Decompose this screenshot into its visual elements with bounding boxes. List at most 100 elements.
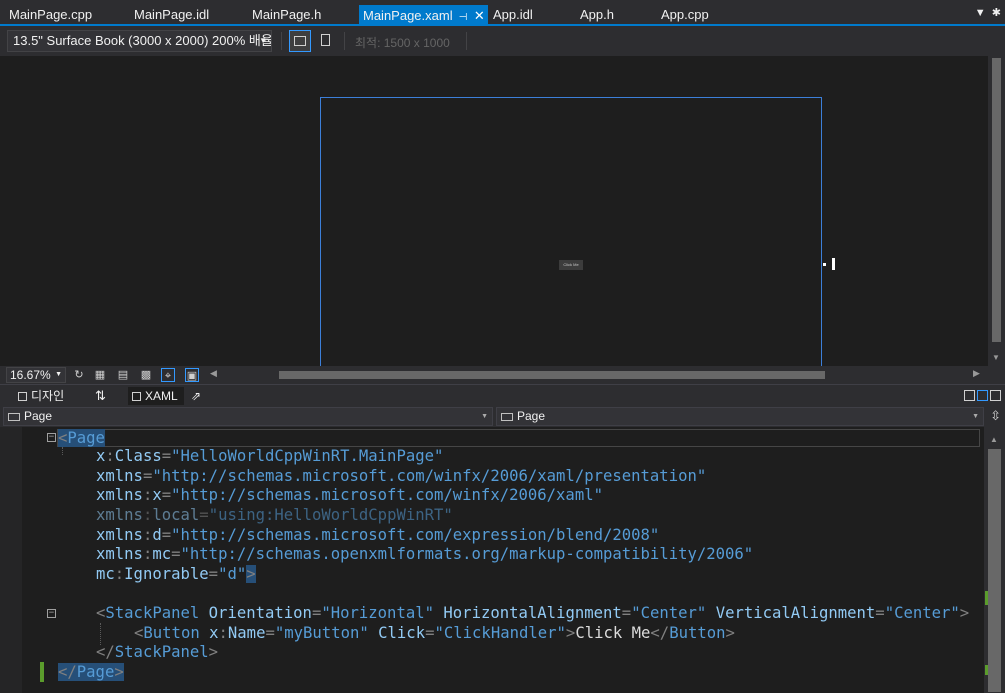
resize-handle[interactable] — [823, 263, 826, 266]
chevron-down-icon: ▼ — [55, 371, 62, 378]
device-select[interactable]: 13.5" Surface Book (3000 x 2000) 200% 배율… — [7, 30, 272, 52]
scrollbar-thumb[interactable] — [992, 58, 1001, 342]
refresh-icon[interactable]: ↻ — [72, 368, 86, 382]
scrollbar-thumb[interactable] — [279, 371, 825, 379]
zoom-bar: 16.67% ▼ ↻ ▦ ▤ ▩ ⌖ ▣ ◀ ▶ — [0, 366, 1005, 384]
current-line-highlight — [57, 429, 980, 447]
tab-strip-actions: ▼ ✱ — [975, 6, 1001, 19]
zoom-select[interactable]: 16.67% ▼ — [6, 367, 66, 383]
xaml-code-editor[interactable]: − − <Page x:Class="HelloWorldCppWinRT.Ma… — [0, 427, 1005, 693]
tab-label: App.idl — [493, 7, 533, 22]
vertical-split-icon[interactable] — [964, 390, 975, 401]
tab-xaml-label: XAML — [145, 389, 178, 403]
tab-label: MainPage.h — [252, 7, 322, 22]
split-editor-icon[interactable]: ⇳ — [990, 408, 1001, 424]
code-line-1: <Page — [58, 429, 105, 447]
code-line-7: xmlns:mc="http://schemas.openxmlformats.… — [96, 545, 754, 563]
tab-design[interactable]: 디자인 — [18, 387, 64, 405]
tab-label: MainPage.xaml — [363, 8, 453, 23]
tab-dropdown-icon[interactable]: ▼ — [975, 7, 986, 19]
horizontal-split-icon[interactable] — [977, 390, 988, 401]
designer-toolbar: 13.5" Surface Book (3000 x 2000) 200% 배율… — [0, 26, 1005, 56]
design-icon — [18, 392, 27, 402]
portrait-button[interactable] — [315, 30, 337, 52]
element-nav-left[interactable]: Page ▼ — [3, 407, 493, 426]
tab-app-cpp[interactable]: App.cpp — [661, 4, 709, 25]
code-line-13: </Page> — [58, 663, 124, 681]
element-icon — [501, 412, 513, 421]
gear-icon[interactable]: ✱ — [992, 7, 1001, 19]
navigation-bar: Page ▼ Page ▼ ⇳ — [0, 406, 1005, 427]
code-line-12: </StackPanel> — [96, 643, 219, 661]
element-nav-left-value: Page — [24, 409, 53, 423]
element-icon — [8, 412, 20, 421]
grid-icon[interactable]: ▦ — [93, 368, 107, 382]
collapse-pane-icon[interactable] — [990, 390, 1001, 401]
collapse-icon[interactable]: − — [47, 433, 56, 442]
code-line-10: <StackPanel Orientation="Horizontal" Hor… — [96, 604, 970, 622]
code-line-8: mc:Ignorable="d"> — [96, 565, 256, 583]
change-marker — [40, 662, 44, 682]
tab-mainpage-xaml[interactable]: MainPage.xaml ⊣ ✕ — [359, 5, 488, 25]
xaml-icon — [132, 392, 141, 402]
tab-app-idl[interactable]: App.idl — [493, 4, 533, 25]
tab-label: App.h — [580, 7, 614, 22]
resize-handle[interactable] — [832, 258, 835, 270]
snap-grid-icon[interactable]: ▤ — [116, 368, 130, 382]
canvas-button[interactable]: Click Me — [559, 260, 583, 270]
code-token: Page — [67, 429, 105, 447]
scroll-down-icon[interactable]: ▼ — [992, 353, 1000, 362]
chevron-down-icon: ▼ — [972, 413, 979, 420]
tab-label: MainPage.cpp — [9, 7, 93, 22]
landscape-icon — [294, 36, 306, 46]
tab-mainpage-h[interactable]: MainPage.h — [252, 4, 321, 25]
pane-layout-toggle — [962, 389, 1001, 404]
designer-vertical-scrollbar[interactable]: ▼ — [988, 56, 1005, 366]
element-nav-right-value: Page — [517, 409, 546, 423]
code-line-6: xmlns:d="http://schemas.microsoft.com/ex… — [96, 526, 660, 544]
tab-xaml[interactable]: XAML — [128, 387, 184, 405]
checkerboard-icon[interactable]: ▩ — [139, 368, 153, 382]
chevron-down-icon: ▼ — [481, 413, 488, 420]
toolbar-separator — [344, 32, 345, 50]
min-size-label: 최적: 1500 x 1000 — [355, 36, 450, 50]
tab-label: App.cpp — [661, 7, 709, 22]
popout-icon[interactable]: ⇗ — [191, 387, 201, 405]
toolbar-separator — [466, 32, 467, 50]
change-marker — [985, 665, 988, 675]
scroll-left-icon[interactable]: ◀ — [210, 368, 217, 379]
view-tabs: 디자인 ⇅ XAML ⇗ — [0, 384, 1005, 406]
portrait-icon — [321, 34, 330, 46]
element-nav-right[interactable]: Page ▼ — [496, 407, 984, 426]
document-tab-strip: MainPage.cpp MainPage.idl MainPage.h Mai… — [0, 0, 1005, 25]
zoom-value: 16.67% — [10, 368, 51, 382]
scroll-up-icon[interactable]: ▲ — [990, 435, 998, 444]
editor-vertical-scrollbar[interactable]: ▲ — [984, 427, 1005, 693]
scroll-right-icon[interactable]: ▶ — [973, 368, 980, 379]
tab-mainpage-cpp[interactable]: MainPage.cpp — [9, 4, 92, 25]
code-line-4: xmlns:x="http://schemas.microsoft.com/wi… — [96, 486, 603, 504]
device-select-value: 13.5" Surface Book (3000 x 2000) 200% 배율 — [13, 33, 272, 48]
code-line-11: <Button x:Name="myButton" Click="ClickHa… — [134, 624, 735, 642]
tab-label: MainPage.idl — [134, 7, 210, 22]
code-line-5: xmlns:local="using:HelloWorldCppWinRT" — [96, 506, 453, 524]
code-line-2: x:Class="HelloWorldCppWinRT.MainPage" — [96, 447, 444, 465]
scrollbar-thumb[interactable] — [988, 449, 1001, 692]
change-marker — [985, 591, 988, 605]
chevron-down-icon: ▼ — [259, 36, 267, 45]
collapse-icon[interactable]: − — [47, 609, 56, 618]
toolbar-separator — [281, 32, 282, 50]
indent-guide — [62, 447, 63, 455]
snap-lines-icon[interactable]: ⌖ — [161, 368, 175, 382]
project-code-icon[interactable]: ▣ — [185, 368, 199, 382]
landscape-button[interactable] — [289, 30, 311, 52]
page-artboard[interactable]: Click Me — [320, 97, 822, 366]
editor-margin — [0, 427, 22, 693]
code-line-3: xmlns="http://schemas.microsoft.com/winf… — [96, 467, 707, 485]
designer-horizontal-scrollbar[interactable]: ◀ ▶ — [205, 366, 988, 384]
tab-mainpage-idl[interactable]: MainPage.idl — [134, 4, 209, 25]
design-surface[interactable]: Click Me — [3, 56, 988, 366]
swap-panes-icon[interactable]: ⇅ — [95, 387, 106, 405]
tab-app-h[interactable]: App.h — [580, 4, 614, 25]
close-icon[interactable]: ✕ — [471, 5, 487, 26]
